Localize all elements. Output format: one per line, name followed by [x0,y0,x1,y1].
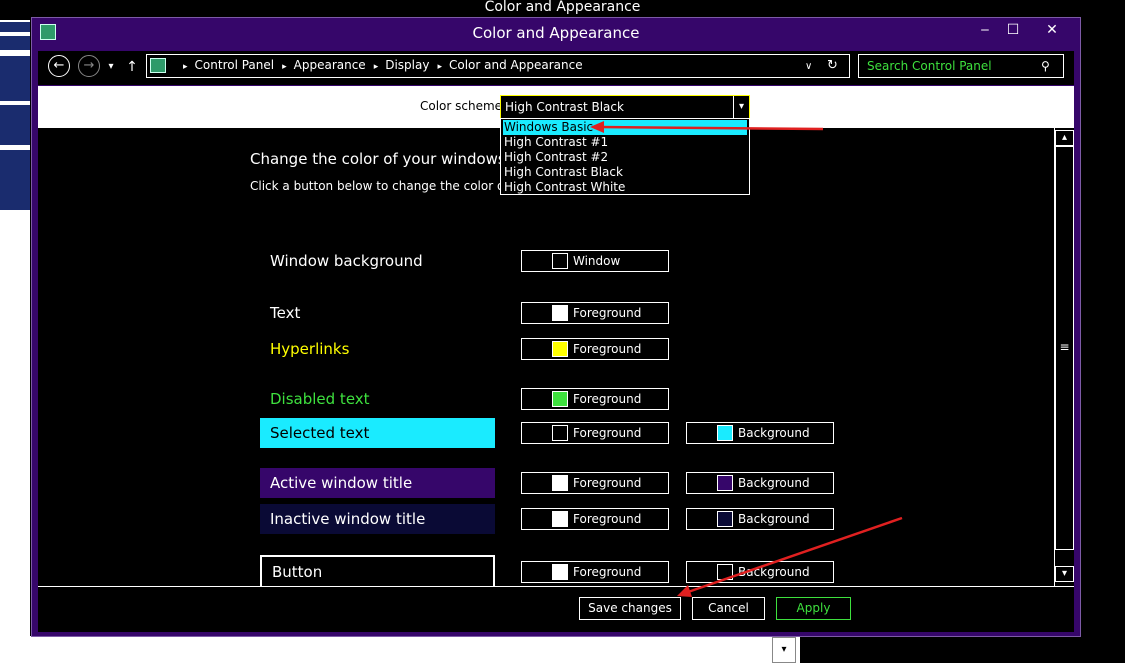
foreground-color-button[interactable]: Foreground [521,338,669,360]
foreground-color-button[interactable]: Foreground [521,422,669,444]
address-dropdown-icon[interactable]: ∨ [805,57,821,77]
background-window-title: Color and Appearance [484,0,641,15]
back-arrow-icon[interactable]: ← [48,55,70,77]
color-button-label: Foreground [573,565,642,579]
color-and-appearance-window: Color and Appearance ‒ ☐ ✕ ← → ▾ ↑ ▸ Cont… [31,17,1081,637]
color-swatch [552,305,568,321]
background-window-bottom [0,636,800,663]
background-color-button[interactable]: Background [686,422,834,444]
foreground-color-button[interactable]: Foreground [521,388,669,410]
row-label: Window background [270,252,423,270]
breadcrumb-display[interactable]: Display [385,58,429,72]
color-button-label: Foreground [573,342,642,356]
color-button-label: Foreground [573,476,642,490]
color-button-label: Foreground [573,306,642,320]
window-title: Color and Appearance [472,24,640,42]
chevron-down-icon[interactable]: ▾ [733,96,749,118]
page-subheading: Click a button below to change the color… [250,179,535,193]
color-swatch [717,564,733,580]
background-color-button[interactable]: Background [686,508,834,530]
color-button-label: Foreground [573,392,642,406]
row-label: Disabled text [270,390,370,408]
desktop-left-edge [0,0,30,663]
close-button[interactable]: ✕ [1032,20,1072,42]
row-label: Active window title [260,468,495,498]
minimize-button[interactable]: ‒ [972,20,998,42]
vertical-scrollbar[interactable]: ▴ ≡ ▾ [1054,128,1074,586]
background-scroll-down-button[interactable]: ▾ [772,637,796,663]
row-label: Inactive window title [260,504,495,534]
search-icon[interactable]: ⚲ [1041,57,1050,75]
breadcrumb: ▸ Control Panel ▸ Appearance ▸ Display ▸ Color … [183,58,583,72]
row-label: Text [270,304,301,322]
color-scheme-dropdown-list: Windows Basic High Contrast #1 High Contra… [500,118,750,195]
color-button-label: Background [738,426,810,440]
save-changes-button[interactable]: Save changes [579,597,681,620]
scroll-thumb[interactable]: ≡ [1055,146,1074,550]
maximize-button[interactable]: ☐ [1000,20,1026,42]
color-button-label: Background [738,565,810,579]
dropdown-option[interactable]: High Contrast #2 [503,150,747,165]
breadcrumb-appearance[interactable]: Appearance [294,58,366,72]
title-bar[interactable]: Color and Appearance ‒ ☐ ✕ [32,18,1080,48]
dropdown-option[interactable]: High Contrast #1 [503,135,747,150]
color-swatch [552,511,568,527]
foreground-color-button[interactable]: Foreground [521,472,669,494]
dropdown-option[interactable]: High Contrast White [503,180,747,195]
foreground-color-button[interactable]: Foreground [521,302,669,324]
monitor-icon [40,24,56,40]
breadcrumb-control-panel[interactable]: Control Panel [195,58,275,72]
color-swatch [552,391,568,407]
address-bar[interactable]: ▸ Control Panel ▸ Appearance ▸ Display ▸ Color … [146,54,850,78]
background-color-button[interactable]: Background [686,561,834,583]
scroll-up-button[interactable]: ▴ [1055,130,1074,146]
cancel-button[interactable]: Cancel [692,597,765,620]
dropdown-option[interactable]: Windows Basic [503,120,747,135]
recent-locations-icon[interactable]: ▾ [104,57,118,79]
navigation-bar: ← → ▾ ↑ ▸ Control Panel ▸ Appearance ▸ Displa… [38,51,1074,85]
row-label: Selected text [260,418,495,448]
color-swatch [552,475,568,491]
control-panel-icon [150,58,166,73]
dropdown-option[interactable]: High Contrast Black [503,165,747,180]
color-swatch [552,425,568,441]
page-heading: Change the color of your windows a [250,150,520,168]
color-scheme-select[interactable]: High Contrast Black ▾ [500,95,750,119]
color-button-label: Foreground [573,512,642,526]
refresh-icon[interactable]: ↻ [827,56,845,76]
color-swatch [552,564,568,580]
color-swatch [717,425,733,441]
row-label: Hyperlinks [270,340,350,358]
forward-arrow-icon[interactable]: → [78,55,100,77]
color-button-label: Foreground [573,426,642,440]
background-color-button[interactable]: Background [686,472,834,494]
breadcrumb-color-and-appearance[interactable]: Color and Appearance [449,58,583,72]
foreground-color-button[interactable]: Foreground [521,508,669,530]
apply-button[interactable]: Apply [776,597,851,620]
color-button-label: Background [738,512,810,526]
color-swatch [717,511,733,527]
color-button-label: Background [738,476,810,490]
foreground-color-button[interactable]: Foreground [521,561,669,583]
color-swatch [552,253,568,269]
row-label: Button [260,555,495,589]
up-arrow-icon[interactable]: ↑ [124,57,140,79]
color-button-label: Window [573,254,621,268]
search-input[interactable]: Search Control Panel ⚲ [858,54,1064,78]
color-swatch [552,341,568,357]
foreground-color-button[interactable]: Window [521,250,669,272]
color-swatch [717,475,733,491]
dialog-button-bar: Save changes Cancel Apply [38,586,1074,632]
color-settings-panel: Change the color of your windows a Click… [38,128,1074,589]
search-placeholder: Search Control Panel [867,59,992,73]
color-scheme-value: High Contrast Black [505,100,624,114]
color-scheme-label: Color scheme: [420,99,507,113]
scroll-down-button[interactable]: ▾ [1055,566,1074,582]
